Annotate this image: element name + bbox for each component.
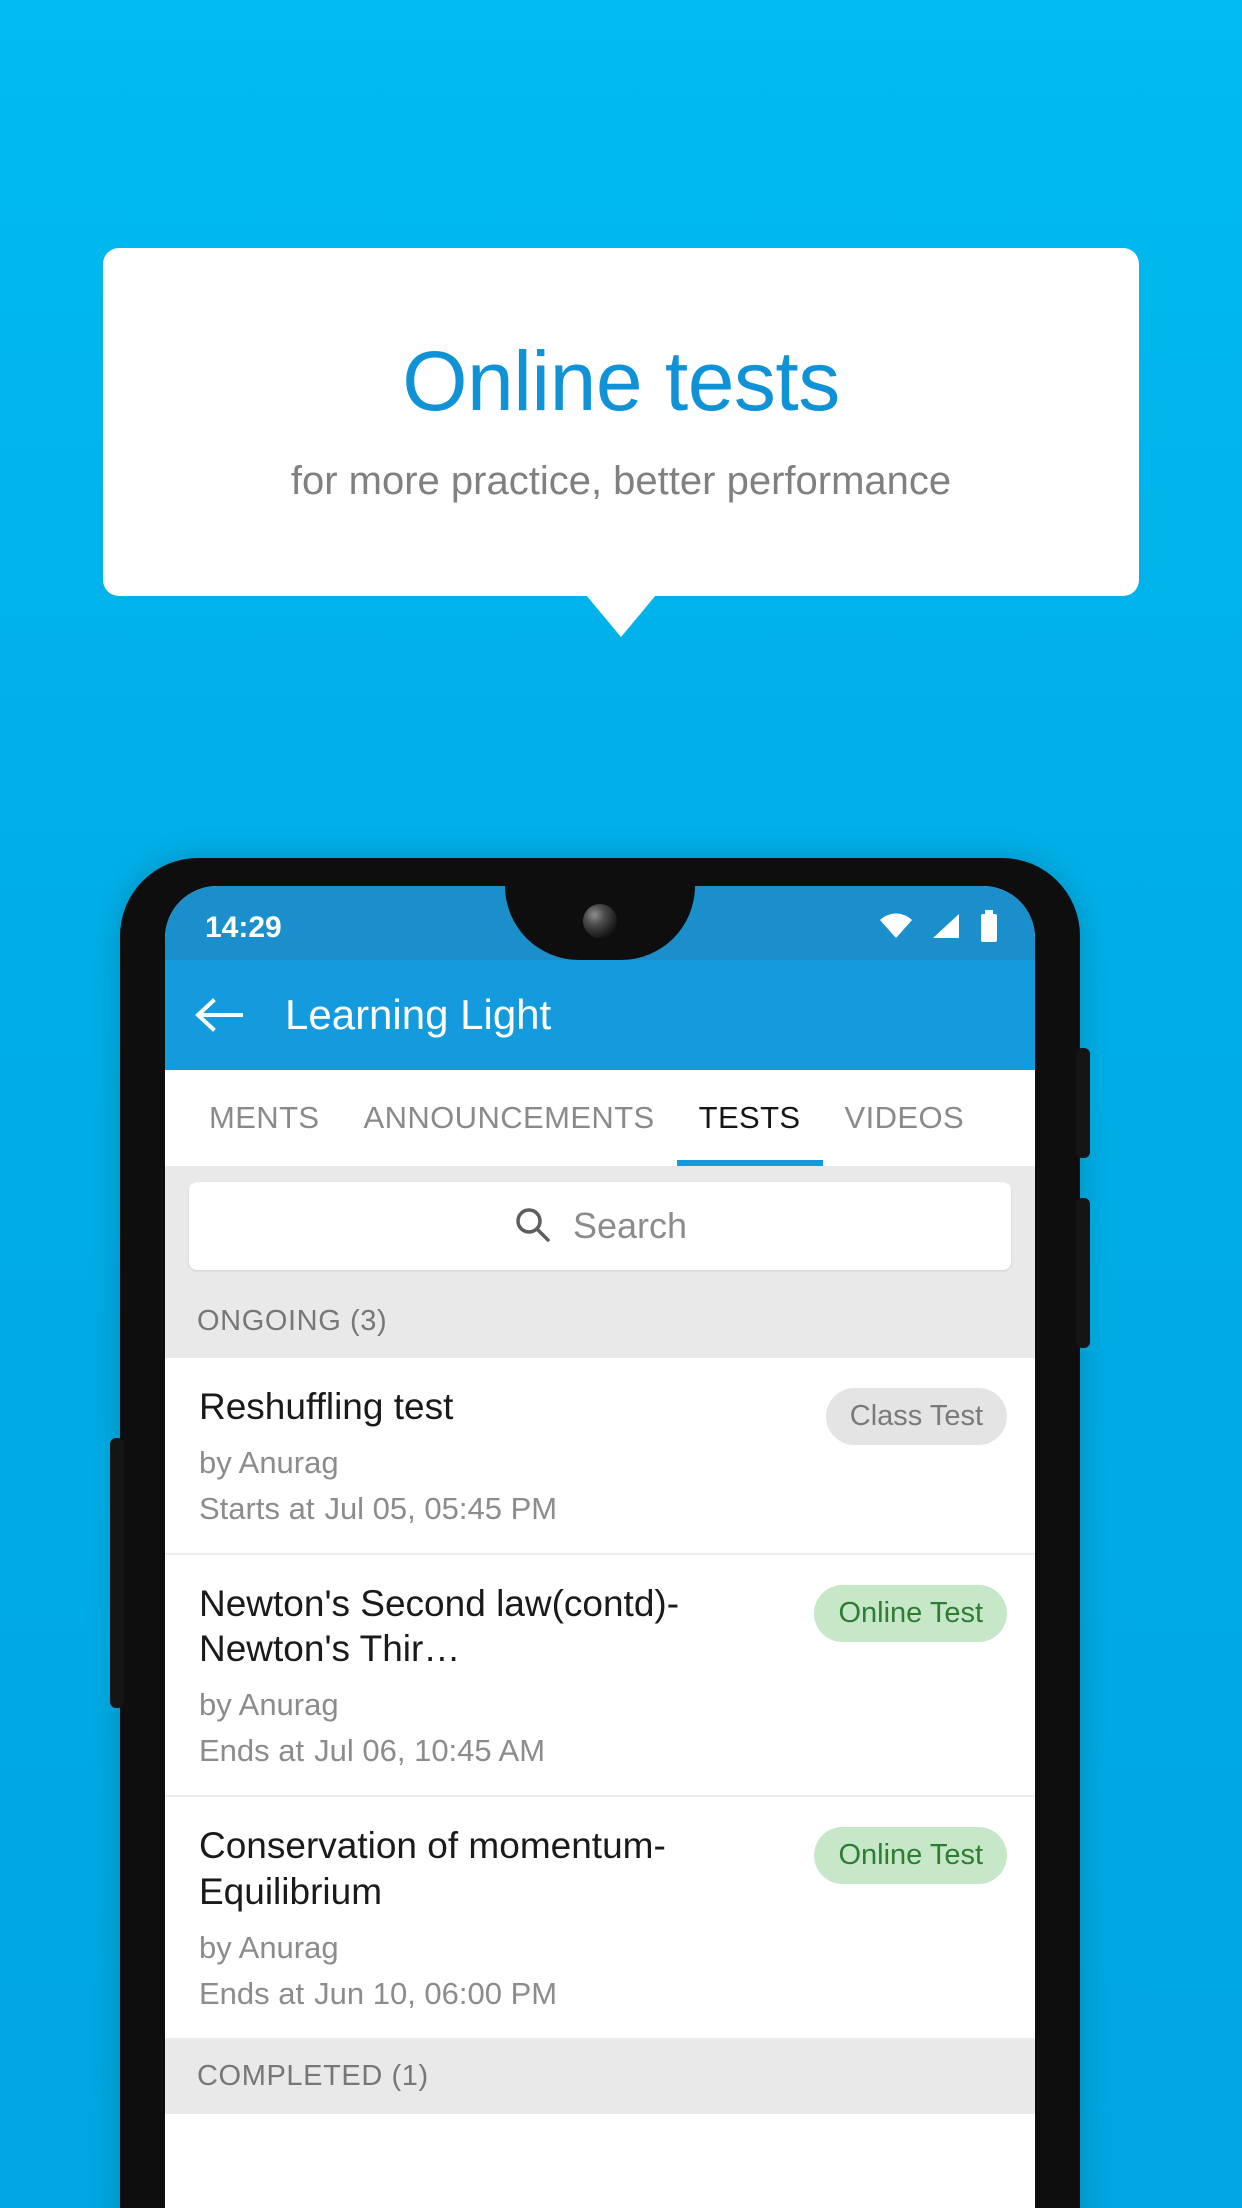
phone-mockup: 14:29 Learning Light MENTS ANNOUNCEMENTS… [110, 858, 1090, 2208]
list-item-title: Newton's Second law(contd)-Newton's Thir… [199, 1583, 680, 1670]
left-side-button[interactable] [110, 1438, 124, 1708]
list-item-content: Newton's Second law(contd)-Newton's Thir… [199, 1581, 800, 1769]
app-bar-title: Learning Light [285, 991, 552, 1038]
status-badge: Class Test [825, 1388, 1007, 1445]
tab-videos[interactable]: VIDEOS [823, 1070, 987, 1166]
list-item-time-label: Starts at [199, 1491, 315, 1527]
list-item-title: Conservation of momentum-Equilibrium [199, 1825, 666, 1912]
status-badge: Online Test [814, 1585, 1007, 1643]
promo-screenshot: Online tests for more practice, better p… [0, 0, 1242, 2208]
list-item[interactable]: Conservation of momentum-Equilibrium by … [165, 1797, 1035, 2040]
front-camera-icon [583, 904, 617, 938]
app-bar: Learning Light [165, 960, 1035, 1070]
list-item[interactable]: Newton's Second law(contd)-Newton's Thir… [165, 1555, 1035, 1798]
phone-screen: 14:29 Learning Light MENTS ANNOUNCEMENTS… [165, 886, 1035, 2208]
list-item-author: by Anurag [199, 1687, 339, 1723]
promo-callout-bubble: Online tests for more practice, better p… [103, 248, 1139, 596]
cellular-signal-icon [931, 912, 961, 945]
list-item[interactable]: Reshuffling test by Anurag Starts at Jul … [165, 1358, 1035, 1556]
bubble-tail-triangle [586, 595, 656, 637]
search-area: Search [165, 1166, 1035, 1284]
list-item-author: by Anurag [199, 1445, 339, 1481]
search-placeholder-text: Search [572, 1205, 688, 1246]
back-arrow-icon[interactable] [195, 995, 243, 1035]
list-item-time-label: Ends at [199, 1975, 305, 2011]
tab-assignments[interactable]: MENTS [187, 1070, 342, 1166]
promo-subtitle: for more practice, better performance [290, 459, 952, 503]
status-bar-icons [879, 909, 999, 947]
status-badge: Online Test [814, 1827, 1007, 1885]
volume-button[interactable] [1076, 1048, 1090, 1158]
list-item-time: Starts at Jul 05, 05:45 PM [199, 1491, 812, 1527]
tab-tests[interactable]: TESTS [676, 1070, 823, 1166]
wifi-icon [879, 913, 913, 944]
list-item-time-value: Jul 06, 10:45 AM [314, 1733, 546, 1769]
promo-title: Online tests [402, 334, 840, 428]
search-input[interactable]: Search [189, 1182, 1011, 1270]
battery-icon [979, 909, 999, 947]
list-item-time-label: Ends at [199, 1733, 305, 1769]
power-button[interactable] [1076, 1198, 1090, 1348]
list-item-time-value: Jul 05, 05:45 PM [324, 1491, 558, 1527]
section-header-ongoing: ONGOING (3) [165, 1284, 1035, 1358]
tab-announcements[interactable]: ANNOUNCEMENTS [342, 1070, 677, 1166]
section-header-completed: COMPLETED (1) [165, 2039, 1035, 2114]
test-list: Reshuffling test by Anurag Starts at Jul … [165, 1358, 1035, 2040]
list-item-title: Reshuffling test [199, 1386, 454, 1427]
tab-bar: MENTS ANNOUNCEMENTS TESTS VIDEOS [165, 1070, 1035, 1166]
status-bar-time: 14:29 [205, 911, 282, 944]
search-icon [513, 1205, 551, 1248]
list-item-content: Conservation of momentum-Equilibrium by … [199, 1823, 800, 2011]
list-item-author: by Anurag [199, 1929, 339, 1965]
list-item-time: Ends at Jul 06, 10:45 AM [199, 1733, 800, 1769]
list-item-time-value: Jun 10, 06:00 PM [314, 1975, 558, 2011]
list-item-content: Reshuffling test by Anurag Starts at Jul … [199, 1384, 812, 1527]
list-item-time: Ends at Jun 10, 06:00 PM [199, 1976, 800, 2012]
